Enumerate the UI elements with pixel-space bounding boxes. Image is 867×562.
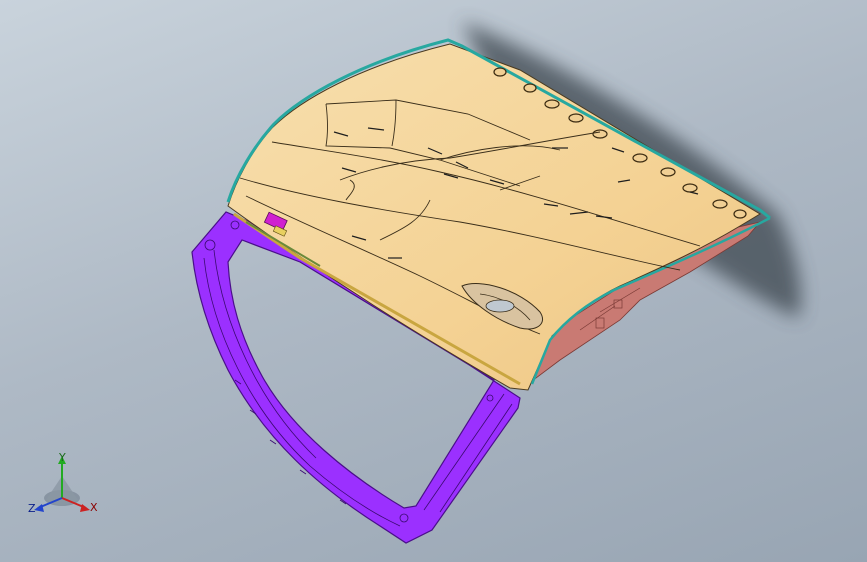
- view-orientation-triad[interactable]: X Y Z: [22, 446, 112, 526]
- x-axis-label: X: [90, 501, 98, 514]
- graphics-viewport[interactable]: X Y Z: [0, 0, 867, 562]
- y-axis-label: Y: [59, 451, 66, 464]
- door-3d-model[interactable]: [0, 0, 867, 562]
- z-axis-label: Z: [28, 502, 36, 515]
